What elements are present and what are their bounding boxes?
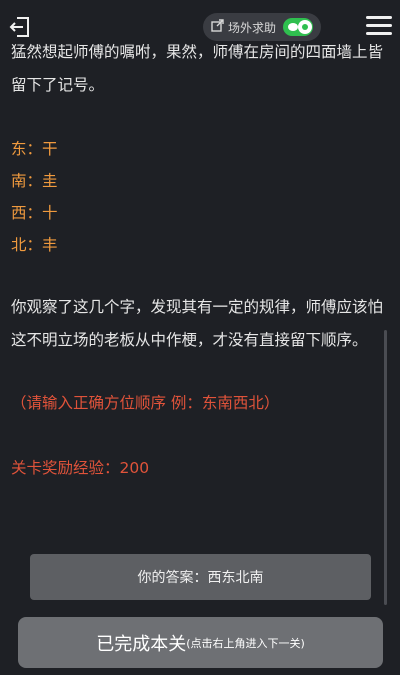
story-text: 留下了记号。 xyxy=(11,76,105,94)
clue-west: 西：十 xyxy=(11,204,58,222)
scrollbar[interactable] xyxy=(384,330,387,605)
input-hint: （请输入正确方位顺序 例：东南西北） xyxy=(11,394,280,412)
wechat-icon[interactable] xyxy=(283,18,313,36)
observation-text: 这不明立场的老板从中作梗，才没有直接留下顺序。 xyxy=(11,331,368,349)
clue-south: 南：圭 xyxy=(11,172,58,190)
reward-text: 关卡奖励经验：200 xyxy=(11,459,150,477)
share-icon xyxy=(211,19,224,35)
clue-north: 北：丰 xyxy=(11,236,58,254)
top-bar: 场外求助 xyxy=(0,0,400,42)
level-complete-button[interactable]: 已完成本关 (点击右上角进入下一关) xyxy=(18,617,383,668)
clue-east: 东：干 xyxy=(11,140,58,158)
outside-help-label: 场外求助 xyxy=(228,20,277,35)
observation-text: 你观察了这几个字，发现其有一定的规律，师傅应该怕 xyxy=(11,298,384,316)
help-pill: 场外求助 xyxy=(203,13,321,41)
outside-help-button[interactable]: 场外求助 xyxy=(211,13,276,41)
menu-icon[interactable] xyxy=(366,16,392,38)
level-complete-label: 已完成本关 xyxy=(96,633,187,655)
answer-text: 你的答案：西东北南 xyxy=(137,570,264,586)
answer-display: 你的答案：西东北南 xyxy=(30,554,371,600)
story-text: 猛然想起师傅的嘱咐，果然，师傅在房间的四面墙上皆 xyxy=(11,43,384,61)
exit-icon[interactable] xyxy=(8,16,32,38)
next-level-hint: (点击右上角进入下一关) xyxy=(186,636,305,650)
